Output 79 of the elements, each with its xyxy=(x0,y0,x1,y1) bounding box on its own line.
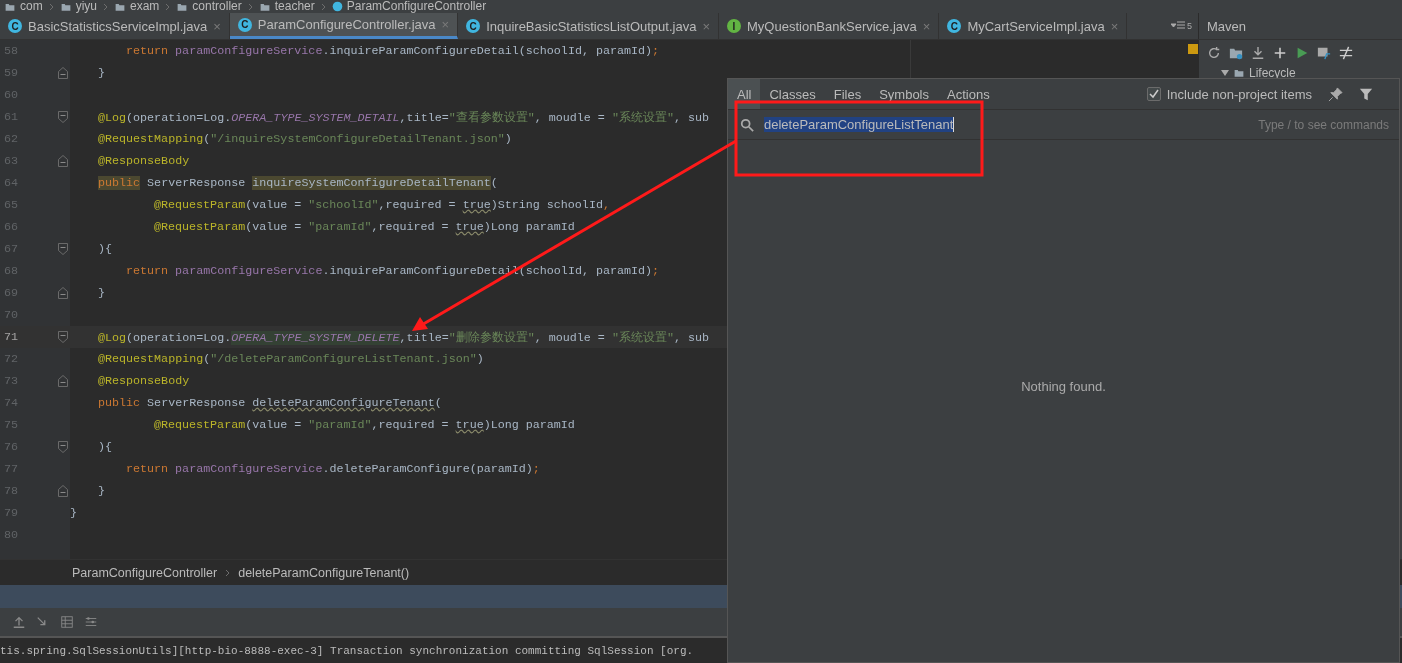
code-line: ){ xyxy=(98,242,113,256)
fold-end-icon[interactable] xyxy=(58,485,68,497)
breadcrumb-item[interactable]: teacher xyxy=(258,0,315,13)
code-line: public ServerResponse inquireSystemConfigureDetailTenant( xyxy=(98,176,498,190)
class-icon: C xyxy=(237,17,252,32)
code-line: @RequestMapping("/inquireSystemConfigureDetailTenant.json") xyxy=(98,132,512,146)
search-tab[interactable]: Files xyxy=(824,79,871,109)
tab-overflow[interactable]: 5 xyxy=(1171,13,1198,39)
checkbox[interactable] xyxy=(1146,87,1161,101)
panel-title: Maven xyxy=(1198,13,1402,39)
fold-end-icon[interactable] xyxy=(58,67,68,79)
fold-end-icon[interactable] xyxy=(58,287,68,299)
code-line: } xyxy=(98,286,105,300)
table-icon[interactable] xyxy=(60,615,74,629)
code-line: @RequestParam(value = "paramId",required = true)Long paramId xyxy=(154,418,575,432)
list-icon[interactable] xyxy=(1171,21,1185,31)
code-line: @RequestParam(value = "schoolId",required = true)String schoolId, xyxy=(154,198,610,212)
filter-icon[interactable] xyxy=(1359,87,1373,101)
breadcrumb-item[interactable]: deleteParamConfigureTenant() xyxy=(238,565,410,580)
fold-icon[interactable] xyxy=(58,243,68,255)
skip-icon[interactable] xyxy=(1339,46,1353,60)
breadcrumb-item[interactable]: com xyxy=(4,0,43,13)
editor-tab[interactable]: C ParamConfigureController.java × xyxy=(229,13,459,39)
breadcrumb-item[interactable]: ParamConfigureController xyxy=(331,0,487,13)
search-tab[interactable]: Classes xyxy=(760,79,825,109)
console-line: tis.spring.SqlSessionUtils][http-bio-8888-exec-3] Transaction synchronization committing SqlSession [org. xyxy=(0,644,694,657)
breadcrumb-item[interactable]: ParamConfigureController xyxy=(72,565,218,580)
fold-end-icon[interactable] xyxy=(58,155,68,167)
chevron-icon xyxy=(225,568,231,577)
code-line: @RequestMapping("/deleteParamConfigureListTenant.json") xyxy=(98,352,484,366)
empty-message: Nothing found. xyxy=(1021,378,1106,394)
run-icon[interactable] xyxy=(1295,46,1309,60)
fold-end-icon[interactable] xyxy=(58,375,68,387)
class-icon: C xyxy=(466,19,481,33)
fold-icon[interactable] xyxy=(58,441,68,453)
search-tab[interactable]: Symbols xyxy=(870,79,938,109)
code-line: } xyxy=(98,484,105,498)
tree-item[interactable]: Lifecycle xyxy=(1199,66,1402,80)
refresh-icon[interactable] xyxy=(1207,46,1221,60)
code-line: @Log(operation=Log.OPERA_TYPE_SYSTEM_DETAIL,title="查看参数设置", moudle = "系统设置", sub xyxy=(98,109,709,125)
code-line: public ServerResponse deleteParamConfigureTenant( xyxy=(98,396,442,410)
code-line: @ResponseBody xyxy=(98,374,190,388)
line-number: 71 xyxy=(3,330,20,344)
search-icon xyxy=(740,117,754,132)
code-line: @RequestParam(value = "paramId",required = true)Long paramId xyxy=(154,220,575,234)
code-line: } xyxy=(70,506,77,520)
download-icon[interactable] xyxy=(1251,46,1265,60)
class-icon xyxy=(331,1,343,12)
fold-icon[interactable] xyxy=(58,111,68,123)
chevron-icon xyxy=(48,2,54,11)
warning-marker[interactable] xyxy=(1188,44,1198,54)
editor-tab[interactable]: C MyCartServiceImpl.java × xyxy=(939,13,1128,39)
editor-tab[interactable]: C BasicStatisticsServiceImpl.java × xyxy=(0,13,230,39)
editor-tab[interactable]: C InquireBasicStatisticsListOutput.java × xyxy=(458,13,719,39)
hint-text: Type / to see commands xyxy=(1258,117,1389,132)
code-line: return paramConfigureService.deleteParamConfigure(paramId); xyxy=(126,462,540,476)
checkbox-label[interactable]: Include non-project items xyxy=(1166,86,1312,102)
chevron-icon xyxy=(320,2,326,11)
interface-icon: I xyxy=(727,19,741,33)
chevron-icon xyxy=(247,2,253,11)
folder-icon[interactable] xyxy=(1229,46,1243,60)
chevron-icon xyxy=(165,2,171,11)
code-line: @Log(operation=Log.OPERA_TYPE_SYSTEM_DELETE,title="删除参数设置", moudle = "系统设置", sub xyxy=(98,329,709,345)
code-line: return paramConfigureService.inquireParamConfigureDetail(schoolId, paramId); xyxy=(126,44,660,58)
class-icon: C xyxy=(947,19,962,33)
sliders-icon[interactable] xyxy=(84,615,98,629)
code-line: @ResponseBody xyxy=(98,154,190,168)
search-tab[interactable]: Actions xyxy=(938,79,999,109)
class-icon: C xyxy=(8,19,22,33)
chevron-icon xyxy=(103,2,108,11)
plus-icon[interactable] xyxy=(1273,46,1287,60)
fold-icon[interactable] xyxy=(58,331,68,343)
code-line: } xyxy=(98,66,105,80)
breadcrumb-item[interactable]: controller xyxy=(176,0,242,13)
breadcrumb-item[interactable]: exam xyxy=(114,0,160,13)
upload-icon[interactable] xyxy=(12,615,26,629)
editor-tab[interactable]: I MyQuestionBankService.java × xyxy=(719,13,940,39)
breadcrumb-item[interactable]: yiyu xyxy=(59,0,97,13)
code-line: ){ xyxy=(98,440,113,454)
